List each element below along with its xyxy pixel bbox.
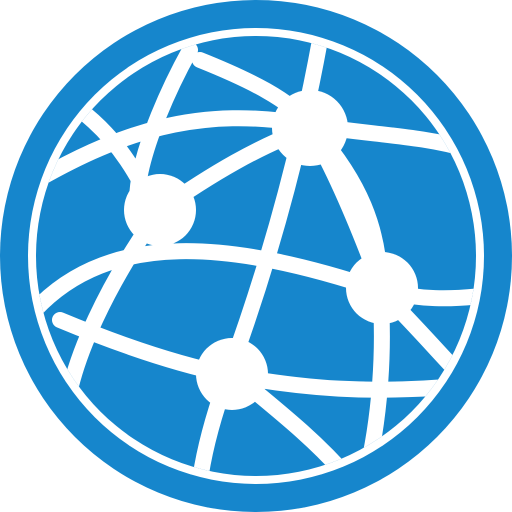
node-bottom [196, 338, 268, 410]
node-left [124, 174, 196, 246]
node-top [272, 90, 348, 166]
icon-canvas [0, 0, 512, 512]
node-right [346, 252, 418, 324]
network-globe-icon [0, 0, 512, 512]
